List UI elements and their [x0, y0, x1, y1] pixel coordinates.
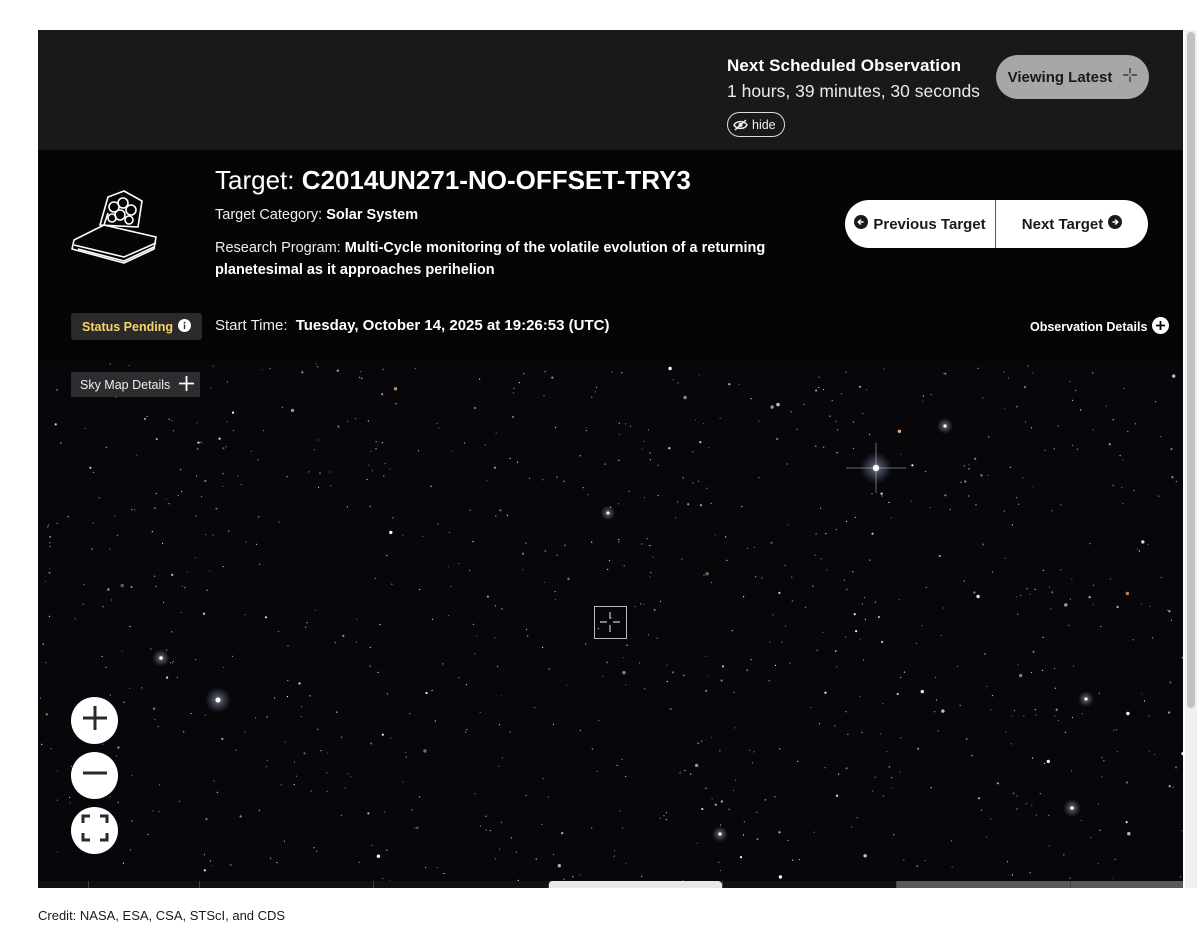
fullscreen-button[interactable]: [71, 807, 118, 854]
zoom-out-icon: [82, 760, 108, 791]
timeline-tab-active[interactable]: [548, 881, 722, 888]
page-scrollbar[interactable]: [1185, 30, 1197, 888]
target-category: Target Category: Solar System: [215, 207, 418, 223]
target-panel: Target: C2014UN271-NO-OFFSET-TRY3 Target…: [38, 150, 1183, 363]
next-observation: Next Scheduled Observation 1 hours, 39 m…: [727, 56, 980, 102]
observation-viewer: Next Scheduled Observation 1 hours, 39 m…: [38, 30, 1183, 888]
next-target-button[interactable]: Next Target: [996, 200, 1148, 248]
timeline-tab[interactable]: [88, 881, 199, 888]
target-reticle: [594, 606, 627, 639]
zoom-in-icon: [82, 705, 108, 736]
hide-button[interactable]: hide: [727, 112, 785, 137]
observation-details-label: Observation Details: [1030, 320, 1148, 334]
category-value: Solar System: [326, 207, 419, 223]
top-bar: Next Scheduled Observation 1 hours, 39 m…: [38, 30, 1183, 150]
telescope-icon: [68, 185, 164, 265]
arrow-right-circle-icon: [1108, 215, 1123, 233]
timeline-tab[interactable]: [722, 881, 896, 888]
plus-circle-icon: [1152, 317, 1170, 337]
crosshair-icon: [1123, 68, 1138, 86]
fullscreen-icon: [81, 814, 109, 847]
observation-details-button[interactable]: Observation Details: [1030, 317, 1170, 337]
category-label: Target Category:: [215, 207, 323, 223]
image-credit: Credit: NASA, ESA, CSA, STScI, and CDS: [38, 908, 286, 923]
timeline-strip[interactable]: [38, 881, 1183, 888]
start-time-label: Start Time:: [215, 317, 288, 334]
timeline-tab[interactable]: [896, 881, 1070, 888]
next-observation-title: Next Scheduled Observation: [727, 56, 962, 75]
start-time-value: Tuesday, October 14, 2025 at 19:26:53 (U…: [295, 317, 610, 334]
viewing-latest-label: Viewing Latest: [1007, 68, 1113, 86]
research-program: Research Program: Multi-Cycle monitoring…: [215, 237, 775, 281]
zoom-in-button[interactable]: [71, 697, 118, 744]
target-title-label: Target:: [215, 165, 295, 195]
countdown: 1 hours, 39 minutes, 30 seconds: [727, 81, 980, 101]
next-target-label: Next Target: [1021, 215, 1104, 233]
timeline-tab[interactable]: [199, 881, 373, 888]
previous-target-button[interactable]: Previous Target: [845, 200, 996, 248]
timeline-tab[interactable]: [1070, 881, 1183, 888]
sky-map[interactable]: Sky Map Details: [38, 363, 1183, 881]
eye-slash-icon: [733, 118, 748, 131]
target-title: Target: C2014UN271-NO-OFFSET-TRY3: [215, 165, 691, 196]
program-label: Research Program:: [215, 240, 341, 256]
previous-target-label: Previous Target: [873, 215, 986, 233]
status-badge[interactable]: Status Pending: [71, 313, 202, 340]
target-name: C2014UN271-NO-OFFSET-TRY3: [301, 165, 691, 195]
scrollbar-thumb[interactable]: [1187, 32, 1195, 708]
arrow-left-circle-icon: [854, 215, 869, 233]
timeline-tab[interactable]: [373, 881, 547, 888]
info-icon: [177, 318, 191, 335]
status-label: Status Pending: [82, 319, 173, 334]
plus-icon: [179, 375, 195, 394]
hide-label: hide: [752, 117, 776, 132]
zoom-out-button[interactable]: [71, 752, 118, 799]
start-time: Start Time: Tuesday, October 14, 2025 at…: [215, 317, 609, 334]
sky-map-details-label: Sky Map Details: [80, 377, 171, 392]
target-navigation: Previous Target Next Target: [845, 200, 1148, 248]
sky-map-details-button[interactable]: Sky Map Details: [71, 372, 201, 397]
viewing-latest-button[interactable]: Viewing Latest: [996, 55, 1149, 99]
